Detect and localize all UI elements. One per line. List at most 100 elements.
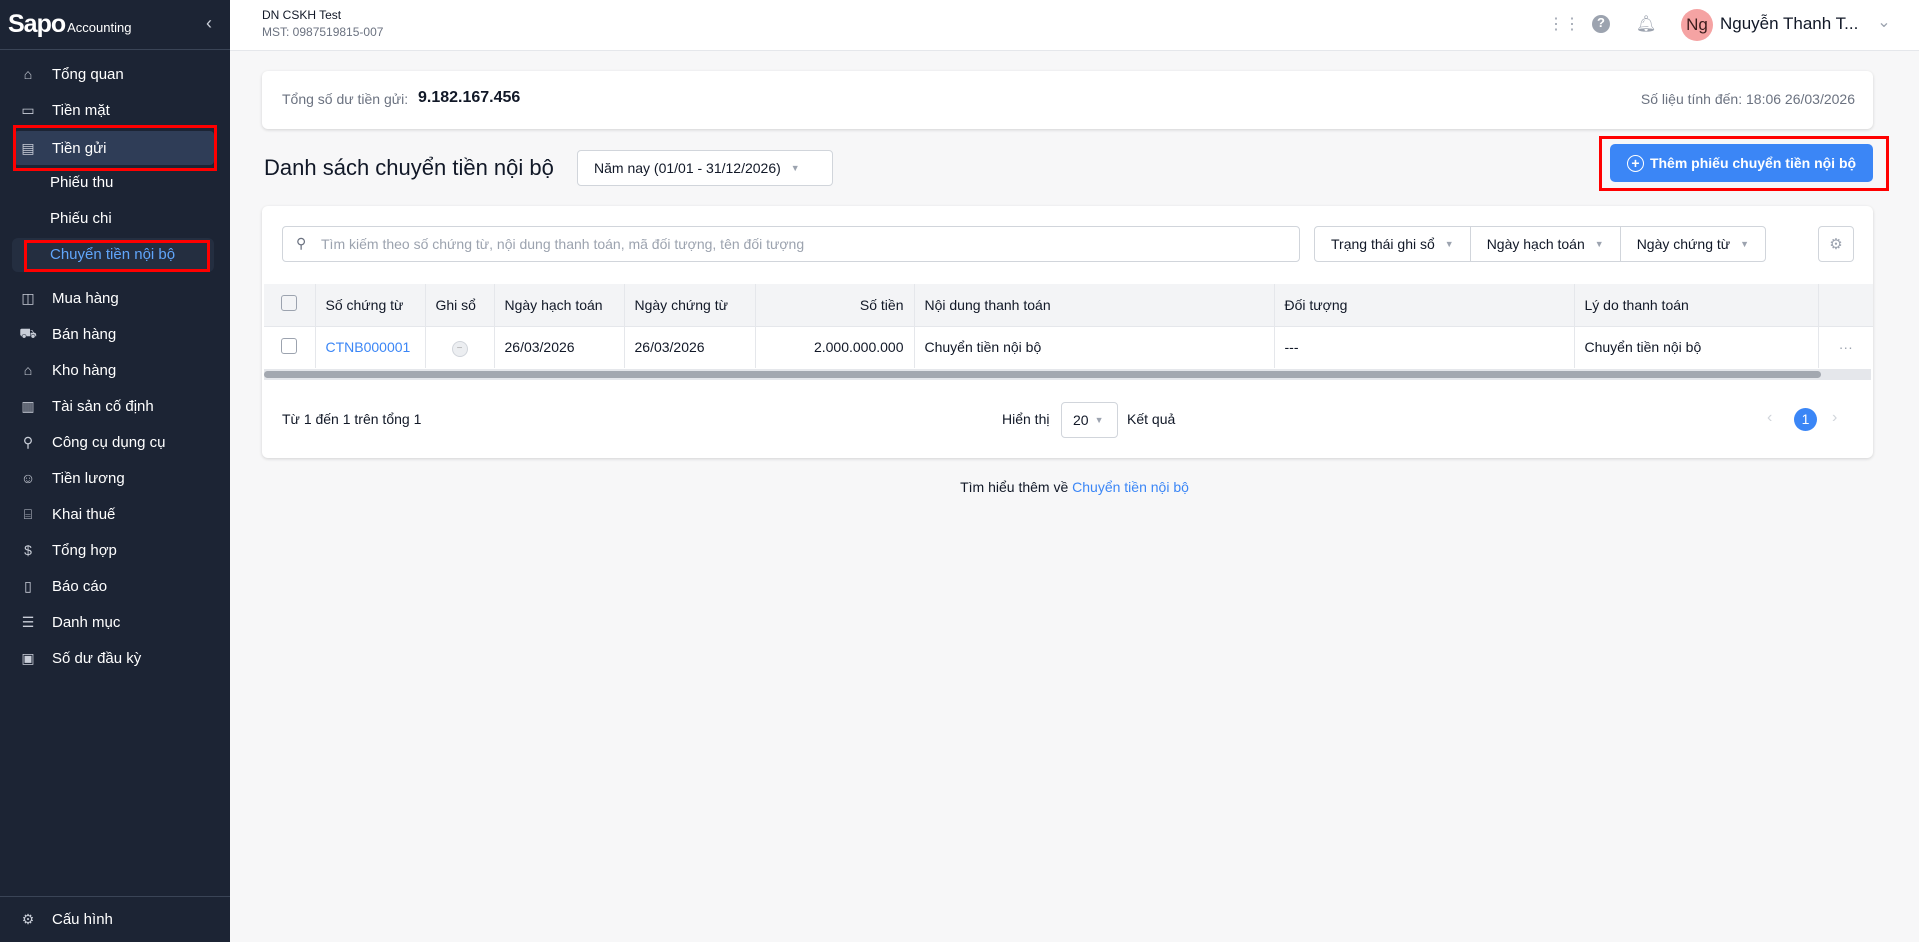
sidebar-item-label: Tài sản cố định <box>52 397 154 415</box>
doc-no-link[interactable]: CTNB000001 <box>315 326 426 368</box>
column-settings-icon[interactable]: ⚙ <box>1818 226 1854 262</box>
col-content[interactable]: Nội dung thanh toán <box>914 284 1275 327</box>
sidebar-item-tong-hop[interactable]: $ Tổng hợp <box>0 533 230 567</box>
bell-icon[interactable]: 🔔︎ <box>1635 14 1657 36</box>
logo-brand: Sapo <box>8 10 66 38</box>
sidebar-item-khai-thue[interactable]: ⌸ Khai thuế <box>0 497 230 531</box>
sidebar-item-danh-muc[interactable]: ☰ Danh mục <box>0 605 230 639</box>
search-input[interactable]: ⚲ Tìm kiếm theo số chứng từ, nội dung tha… <box>282 226 1300 262</box>
sidebar-subitem-phieu-thu[interactable]: Phiếu thu <box>50 174 113 191</box>
sidebar-item-ban-hang[interactable]: ⛟ Bán hàng <box>0 317 230 351</box>
col-reason[interactable]: Lý do thanh toán <box>1574 284 1819 327</box>
filter-label: Ngày chứng từ <box>1636 236 1731 252</box>
sidebar-item-label: Danh mục <box>52 613 121 631</box>
sidebar-item-tien-mat[interactable]: ▭ Tiền mặt <box>0 93 230 127</box>
sidebar-item-label: Tổng hợp <box>52 541 117 559</box>
amount-cell: 2.000.000.000 <box>755 326 915 368</box>
list-icon: ☰ <box>21 613 35 630</box>
summary-card: Tổng số dư tiền gửi: 9.182.167.456 Số li… <box>262 71 1873 129</box>
select-all-checkbox[interactable] <box>281 295 298 312</box>
sidebar-item-mua-hang[interactable]: ◫ Mua hàng <box>0 281 230 315</box>
sidebar-item-label: Tiền gửi <box>52 139 107 157</box>
plus-circle-icon: + <box>1626 154 1644 172</box>
col-doc-no[interactable]: Số chứng từ <box>315 284 426 327</box>
filter-posting-date[interactable]: Ngày hạch toán ▼ <box>1471 227 1621 261</box>
logo[interactable]: Sapo Accounting ‹ <box>0 0 230 50</box>
search-placeholder: Tìm kiếm theo số chứng từ, nội dung than… <box>321 236 805 252</box>
learn-more-link[interactable]: Chuyển tiền nội bộ <box>1072 479 1189 495</box>
sidebar-item-tai-san[interactable]: ▥ Tài sản cố định <box>0 389 230 423</box>
sidebar-item-so-du-dau-ky[interactable]: ▣ Số dư đầu kỳ <box>0 641 230 675</box>
company-name: DN CSKH Test <box>262 8 342 22</box>
cash-icon: ▭ <box>21 101 35 118</box>
page-size-label: Hiển thị <box>1002 411 1050 427</box>
sidebar: Sapo Accounting ‹ ⌂ Tổng quan ▭ Tiền mặt ▤… <box>0 0 230 942</box>
filter-group: Trạng thái ghi sổ ▼ Ngày hạch toán ▼ Ngày … <box>1314 226 1767 262</box>
bag-icon: ◫ <box>21 289 35 306</box>
top-header: DN CSKH Test MST: 0987519815-007 ⋮⋮ ? 🔔︎… <box>230 0 1919 51</box>
table-row[interactable]: CTNB000001 − 26/03/2026 26/03/2026 2.000… <box>264 326 1873 368</box>
caret-down-icon: ▼ <box>1094 415 1104 425</box>
content-cell: Chuyển tiền nội bộ <box>914 326 1275 368</box>
result-label: Kết quả <box>1127 411 1176 427</box>
filter-doc-date[interactable]: Ngày chứng từ ▼ <box>1621 227 1765 261</box>
sidebar-item-label: Báo cáo <box>52 577 108 595</box>
horizontal-scrollbar[interactable] <box>264 369 1871 380</box>
filter-status[interactable]: Trạng thái ghi sổ ▼ <box>1315 227 1471 261</box>
col-posted[interactable]: Ghi sổ <box>425 284 495 327</box>
posted-cell: − <box>425 326 495 368</box>
sidebar-subitem-phieu-chi[interactable]: Phiếu chi <box>50 210 112 227</box>
sidebar-subitem-chuyen-tien-noi-bo[interactable]: Chuyển tiền nội bộ <box>50 246 175 263</box>
chevron-down-icon[interactable]: ⌄ <box>1873 12 1895 34</box>
gear-icon: ⚙ <box>21 910 35 927</box>
sidebar-item-label: Tiền mặt <box>52 101 110 119</box>
apps-grid-icon[interactable]: ⋮⋮ <box>1548 14 1580 36</box>
filter-label: Trạng thái ghi sổ <box>1331 236 1435 252</box>
transfer-table: Số chứng từ Ghi sổ Ngày hạch toán Ngày c… <box>264 284 1873 368</box>
avatar[interactable]: Ng <box>1681 9 1713 41</box>
tax-id: MST: 0987519815-007 <box>262 25 384 39</box>
doc-date-cell: 26/03/2026 <box>624 326 756 368</box>
sidebar-item-label: Tổng quan <box>52 65 124 83</box>
table-card: ⚲ Tìm kiếm theo số chứng từ, nội dung tha… <box>262 206 1873 458</box>
ledger-icon: $ <box>24 542 32 558</box>
sidebar-item-cau-hinh[interactable]: ⚙ Cấu hình <box>0 902 230 936</box>
logo-sub: Accounting <box>67 20 132 35</box>
caret-down-icon: ▼ <box>790 163 800 173</box>
row-checkbox[interactable] <box>281 337 298 354</box>
next-page-icon[interactable]: › <box>1832 409 1837 427</box>
search-icon: ⚲ <box>296 235 307 251</box>
sidebar-item-bao-cao[interactable]: ▯ Báo cáo <box>0 569 230 603</box>
wallet-icon: ▣ <box>21 649 35 666</box>
bank-icon: ⌸ <box>23 505 33 522</box>
page-size-select[interactable]: 20 ▼ <box>1061 402 1118 438</box>
page-1-button[interactable]: 1 <box>1794 408 1817 431</box>
col-doc-date[interactable]: Ngày chứng từ <box>624 284 756 327</box>
prev-page-icon[interactable]: ‹ <box>1767 409 1772 427</box>
sidebar-item-cong-cu[interactable]: ⚲ Công cụ dụng cụ <box>0 425 230 459</box>
page-size-value: 20 <box>1073 412 1089 428</box>
table-header-row: Số chứng từ Ghi sổ Ngày hạch toán Ngày c… <box>264 284 1873 327</box>
cart-icon: ⛟ <box>19 324 37 341</box>
sidebar-bottom: ⚙ Cấu hình <box>0 896 230 942</box>
page-title: Danh sách chuyển tiền nội bộ <box>264 155 554 180</box>
add-transfer-button[interactable]: + Thêm phiếu chuyển tiền nội bộ <box>1610 144 1873 182</box>
help-icon[interactable]: ? <box>1592 15 1610 33</box>
reason-cell: Chuyển tiền nội bộ <box>1574 326 1819 368</box>
more-actions-icon[interactable]: ··· <box>1818 326 1873 368</box>
scrollbar-thumb[interactable] <box>264 371 1821 378</box>
sidebar-item-tong-quan[interactable]: ⌂ Tổng quan <box>0 57 230 91</box>
col-amount[interactable]: Số tiền <box>755 284 915 327</box>
user-name[interactable]: Nguyễn Thanh T... <box>1720 14 1858 34</box>
sidebar-item-kho-hang[interactable]: ⌂ Kho hàng <box>0 353 230 387</box>
collapse-sidebar-icon[interactable]: ‹ <box>206 13 212 34</box>
col-posting-date[interactable]: Ngày hạch toán <box>494 284 625 327</box>
sidebar-item-label: Số dư đầu kỳ <box>52 649 142 667</box>
col-object[interactable]: Đối tượng <box>1274 284 1575 327</box>
data-as-of: Số liệu tính đến: 18:06 26/03/2026 <box>1640 91 1855 107</box>
caret-down-icon: ▼ <box>1740 239 1750 249</box>
sidebar-item-label: Kho hàng <box>52 361 117 379</box>
sidebar-item-tien-gui[interactable]: ▤ Tiền gửi <box>14 131 214 165</box>
date-range-select[interactable]: Năm nay (01/01 - 31/12/2026) ▼ <box>577 150 833 186</box>
pagination-summary: Từ 1 đến 1 trên tổng 1 <box>282 411 422 427</box>
